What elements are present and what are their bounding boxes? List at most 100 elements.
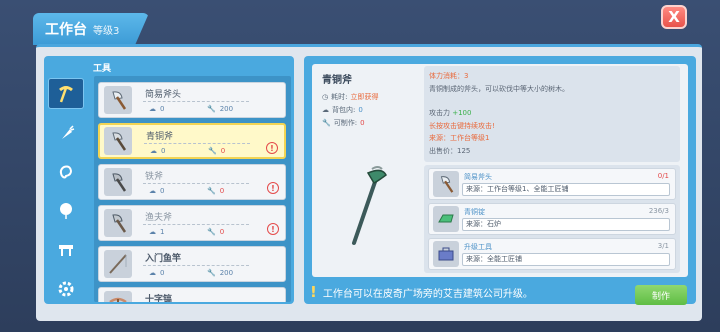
list-item[interactable]: 入门鱼竿 ☁ 0 🔧 200 bbox=[98, 246, 286, 282]
wrench-icon: 🔧 bbox=[207, 228, 216, 236]
list-item[interactable]: 青铜斧 ☁ 0 🔧 0 ! bbox=[98, 123, 286, 159]
divider bbox=[143, 224, 249, 225]
list-item[interactable]: 铁斧 ☁ 0 🔧 0 ! bbox=[98, 164, 286, 200]
source-text: 来源：工作台等级1 bbox=[429, 134, 490, 142]
detail-title: 青铜斧 bbox=[322, 75, 352, 86]
axe-icon bbox=[104, 86, 132, 114]
bag-icon: ☁ bbox=[149, 269, 156, 277]
workbench-screen: 工作台 等级3 X 工具 简易斧头 ☁ 0 🔧 200 青铜斧 ☁ 0 🔧 0 … bbox=[0, 0, 720, 332]
attack-row: 攻击力 +100 bbox=[429, 107, 675, 120]
wrench-icon: 🔧 bbox=[207, 105, 216, 113]
material-source: 来源：石炉 bbox=[462, 218, 670, 231]
long-press-note: 长按攻击键持续攻击! bbox=[429, 121, 495, 130]
divider bbox=[143, 101, 249, 102]
axe-icon bbox=[104, 127, 132, 155]
attack-label: 攻击力 bbox=[429, 109, 450, 117]
material-row[interactable]: 青铜锭 236/3 来源：石炉 bbox=[428, 203, 676, 235]
carrot-icon bbox=[62, 124, 75, 139]
close-icon: X bbox=[668, 8, 680, 26]
ear-icon bbox=[59, 165, 73, 178]
warning-icon: ! bbox=[267, 223, 279, 235]
craft-count: 0 bbox=[220, 147, 226, 155]
list-item[interactable]: 渔夫斧 ☁ 1 🔧 0 ! bbox=[98, 205, 286, 241]
category-decor[interactable] bbox=[48, 156, 84, 187]
craft-count: 0 bbox=[219, 187, 225, 195]
bag-icon: ☁ bbox=[149, 105, 156, 113]
craftable-label: 可制作: bbox=[333, 119, 358, 127]
material-count: 0/1 bbox=[657, 172, 669, 180]
material-row[interactable]: 升级工具 3/1 来源：全能工匠铺 bbox=[428, 238, 676, 270]
bag-count: 1 bbox=[160, 228, 165, 236]
craft-stat: 🔧 0 bbox=[207, 187, 224, 195]
bag-icon: ☁ bbox=[150, 147, 157, 155]
pickaxe-icon bbox=[104, 291, 132, 302]
warning-icon: ! bbox=[266, 142, 278, 154]
time-label: 耗时: bbox=[331, 93, 348, 101]
bag-count: 0 bbox=[160, 105, 165, 113]
close-button[interactable]: X bbox=[661, 5, 687, 29]
bag-icon: ☁ bbox=[149, 187, 156, 195]
material-source: 来源：全能工匠铺 bbox=[462, 253, 670, 266]
craft-stat: 🔧 200 bbox=[207, 269, 233, 277]
item-preview bbox=[316, 131, 418, 273]
title-tab: 工作台 等级3 bbox=[33, 13, 149, 45]
bag-count: 0 bbox=[160, 187, 165, 195]
time-value: 立即获得 bbox=[350, 93, 379, 101]
bag-stat: ☁ 0 bbox=[149, 105, 164, 113]
lightbulb-icon: ! bbox=[310, 283, 317, 301]
item-name: 入门鱼竿 bbox=[145, 254, 182, 264]
craft-stat: 🔧 0 bbox=[208, 147, 225, 155]
wrench-icon: 🔧 bbox=[322, 119, 331, 127]
divider bbox=[143, 265, 249, 266]
craft-count: 200 bbox=[219, 105, 234, 113]
category-misc[interactable] bbox=[48, 195, 84, 226]
category-column bbox=[48, 78, 86, 312]
materials-box: 简易斧头 0/1 来源：工作台等级1、全能工匠铺 青铜锭 236/3 来源：石炉… bbox=[424, 165, 680, 273]
time-row: ◷ 耗时: 立即获得 bbox=[322, 92, 378, 102]
balloon-icon bbox=[60, 202, 72, 219]
category-furniture[interactable] bbox=[48, 234, 84, 265]
item-name: 简易斧头 bbox=[145, 90, 182, 100]
description-text: 青铜制成的斧头，可以砍伐中等大小的树木。 bbox=[429, 84, 569, 93]
material-source: 来源：工作台等级1、全能工匠铺 bbox=[462, 183, 670, 196]
category-food[interactable] bbox=[48, 117, 84, 148]
bag-icon: ☁ bbox=[149, 228, 156, 236]
craftable-row: 🔧 可制作: 0 bbox=[322, 118, 365, 128]
category-tools[interactable] bbox=[48, 78, 84, 109]
warning-icon: ! bbox=[267, 182, 279, 194]
bag-value: 0 bbox=[358, 106, 363, 114]
bag-stat: ☁ 1 bbox=[149, 228, 164, 236]
level-label: 等级3 bbox=[93, 25, 120, 37]
craft-stat: 🔧 0 bbox=[207, 228, 224, 236]
category-parts[interactable] bbox=[48, 273, 84, 304]
material-count: 3/1 bbox=[657, 242, 669, 250]
material-row[interactable]: 简易斧头 0/1 来源：工作台等级1、全能工匠铺 bbox=[428, 168, 676, 200]
axe-icon bbox=[104, 209, 132, 237]
make-button[interactable]: 制作 bbox=[635, 285, 687, 305]
material-name: 简易斧头 bbox=[464, 173, 492, 181]
description-box: 体力消耗：3 青铜制成的斧头，可以砍伐中等大小的树木。 攻击力 +100 长按攻… bbox=[424, 66, 680, 162]
material-name: 升级工具 bbox=[464, 243, 492, 251]
tool-list[interactable]: 简易斧头 ☁ 0 🔧 200 青铜斧 ☁ 0 🔧 0 ! 铁斧 ☁ 0 🔧 0 … bbox=[94, 76, 291, 302]
bag-stat: ☁ 0 bbox=[149, 187, 164, 195]
item-name: 渔夫斧 bbox=[145, 213, 173, 223]
tip-text: 工作台可以在皮奇广场旁的艾吉建筑公司升级。 bbox=[322, 288, 533, 300]
craft-count: 0 bbox=[219, 228, 225, 236]
item-name: 十字镐 bbox=[145, 295, 173, 302]
material-name: 青铜锭 bbox=[464, 208, 485, 216]
bag-count: 0 bbox=[160, 269, 165, 277]
item-name: 青铜斧 bbox=[146, 132, 174, 142]
toolbox-icon bbox=[433, 241, 459, 267]
bag-stat: ☁ 0 bbox=[150, 147, 165, 155]
axe-icon bbox=[104, 168, 132, 196]
attack-value: +100 bbox=[452, 109, 472, 117]
sell-price: 出售价：125 bbox=[429, 146, 471, 155]
bench-icon bbox=[59, 244, 73, 256]
list-item[interactable]: 十字镐 bbox=[98, 287, 286, 302]
craft-count: 200 bbox=[219, 269, 234, 277]
list-item[interactable]: 简易斧头 ☁ 0 🔧 200 bbox=[98, 82, 286, 118]
wrench-icon: 🔧 bbox=[207, 187, 216, 195]
divider bbox=[143, 183, 249, 184]
gear-icon bbox=[58, 281, 74, 296]
stamina-cost: 体力消耗：3 bbox=[429, 72, 469, 80]
